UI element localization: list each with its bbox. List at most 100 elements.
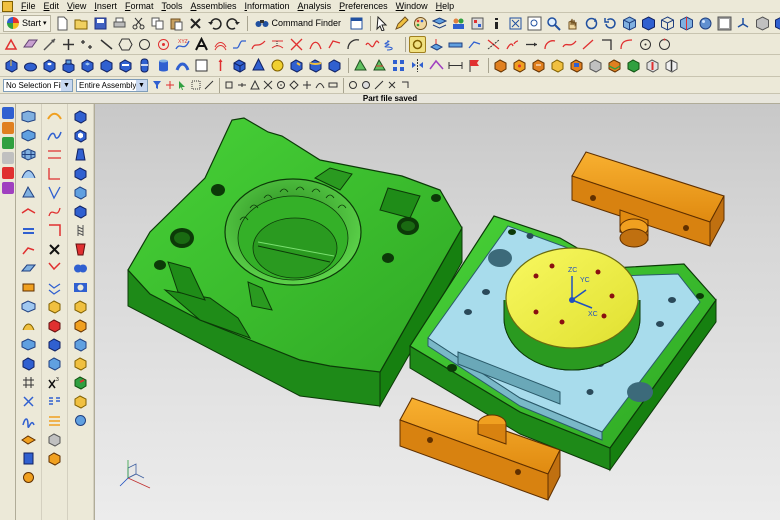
bridge-curve-button[interactable] bbox=[231, 36, 248, 53]
snap-control-button[interactable] bbox=[249, 80, 260, 91]
menu-help[interactable]: Help bbox=[432, 0, 459, 12]
slot-button[interactable] bbox=[117, 57, 134, 74]
reorder-feature-button[interactable] bbox=[46, 317, 64, 333]
mesh-surface-button[interactable] bbox=[20, 146, 38, 162]
circle-center-button[interactable] bbox=[637, 36, 654, 53]
offset-body-button[interactable] bbox=[72, 165, 90, 181]
lengthen-button[interactable] bbox=[523, 36, 540, 53]
assembly-navigator-tab[interactable] bbox=[2, 107, 14, 119]
save-button[interactable] bbox=[92, 15, 109, 32]
menu-assemblies[interactable]: Assemblies bbox=[186, 0, 240, 12]
x-surface-button[interactable] bbox=[20, 393, 38, 409]
delete-button[interactable] bbox=[187, 15, 204, 32]
promote-body-button[interactable] bbox=[72, 317, 90, 333]
draft-button[interactable] bbox=[72, 146, 90, 162]
reuse-library-tab[interactable] bbox=[2, 167, 14, 179]
snap-intersection-button[interactable] bbox=[262, 80, 273, 91]
extension-button[interactable] bbox=[20, 203, 38, 219]
print-button[interactable] bbox=[111, 15, 128, 32]
menu-edit[interactable]: Edit bbox=[40, 0, 64, 12]
new-file-button[interactable] bbox=[54, 15, 71, 32]
sphere-button[interactable] bbox=[269, 57, 286, 74]
mirror-button[interactable] bbox=[409, 57, 426, 74]
roles-tab[interactable] bbox=[2, 182, 14, 194]
window-button[interactable] bbox=[348, 15, 365, 32]
selection-scope-dropdown[interactable]: Entire Assembly ▼ bbox=[76, 78, 148, 92]
type-filter-dropdown[interactable]: No Selection Filter ▼ bbox=[3, 78, 73, 92]
patch-button[interactable] bbox=[20, 279, 38, 295]
ruled-surface-button[interactable] bbox=[20, 127, 38, 143]
menu-file[interactable]: File bbox=[17, 0, 40, 12]
menu-view[interactable]: View bbox=[63, 0, 90, 12]
surface-trim-button[interactable] bbox=[46, 146, 64, 162]
intersect-button[interactable] bbox=[72, 298, 90, 314]
snap-quadrant-button[interactable] bbox=[288, 80, 299, 91]
offset-curve-button[interactable] bbox=[212, 36, 229, 53]
datum-plane-button[interactable] bbox=[22, 36, 39, 53]
point-button[interactable] bbox=[60, 36, 77, 53]
blend-stack-button[interactable] bbox=[46, 412, 64, 428]
rotate-button[interactable] bbox=[583, 15, 600, 32]
linked-body-button[interactable] bbox=[72, 412, 90, 428]
snap-endpoint-button[interactable] bbox=[223, 80, 234, 91]
suppress-feature-button[interactable] bbox=[46, 336, 64, 352]
unite-button[interactable] bbox=[72, 260, 90, 276]
edit-position-button[interactable] bbox=[46, 279, 64, 295]
swept-surface-button[interactable] bbox=[20, 165, 38, 181]
snap-face-center-button[interactable] bbox=[347, 80, 358, 91]
chamfer-button[interactable] bbox=[288, 57, 305, 74]
snap-tangent-button[interactable] bbox=[373, 80, 384, 91]
extract-curve-button[interactable] bbox=[326, 36, 343, 53]
isoparametric-button[interactable] bbox=[46, 127, 64, 143]
corner-button[interactable] bbox=[599, 36, 616, 53]
xyz-curve-button[interactable]: XYZ bbox=[174, 36, 191, 53]
edit-length-button[interactable] bbox=[580, 36, 597, 53]
pocket-button[interactable] bbox=[79, 57, 96, 74]
tube-button[interactable] bbox=[174, 57, 191, 74]
pad-button[interactable] bbox=[98, 57, 115, 74]
quilt-button[interactable] bbox=[20, 298, 38, 314]
polygon-button[interactable] bbox=[117, 36, 134, 53]
datum-axis-button[interactable] bbox=[41, 36, 58, 53]
cavity-layout-button[interactable] bbox=[568, 57, 585, 74]
law-extension-button[interactable] bbox=[20, 241, 38, 257]
display-button[interactable] bbox=[412, 15, 429, 32]
wrap-geometry-button[interactable] bbox=[72, 203, 90, 219]
face-blend-button[interactable] bbox=[326, 57, 343, 74]
spline-button[interactable] bbox=[364, 36, 381, 53]
filter-settings-button[interactable] bbox=[151, 80, 162, 91]
cone-button[interactable] bbox=[250, 57, 267, 74]
history-tab[interactable] bbox=[2, 152, 14, 164]
degree-button[interactable] bbox=[46, 165, 64, 181]
edit-arc-button[interactable] bbox=[542, 36, 559, 53]
snap-arc-center-button[interactable] bbox=[275, 80, 286, 91]
select-all-button[interactable] bbox=[177, 80, 188, 91]
stiffness-button[interactable] bbox=[46, 184, 64, 200]
join-curve-button[interactable] bbox=[250, 36, 267, 53]
subtract-button[interactable] bbox=[72, 279, 90, 295]
offset-face-button[interactable] bbox=[428, 36, 445, 53]
edge-blend-button[interactable] bbox=[307, 57, 324, 74]
sheet-button[interactable] bbox=[193, 57, 210, 74]
snap-existing-button[interactable] bbox=[301, 80, 312, 91]
parting-button[interactable] bbox=[606, 57, 623, 74]
split-face-button[interactable] bbox=[72, 241, 90, 257]
background-button[interactable] bbox=[716, 15, 733, 32]
split-body-button[interactable] bbox=[371, 57, 388, 74]
circle-button[interactable] bbox=[136, 36, 153, 53]
block-button[interactable] bbox=[231, 57, 248, 74]
global-shaping-button[interactable] bbox=[20, 336, 38, 352]
solid-density-button[interactable] bbox=[72, 355, 90, 371]
extrude-button[interactable] bbox=[3, 57, 20, 74]
sketch-button[interactable] bbox=[3, 36, 20, 53]
extract-geometry-button[interactable] bbox=[72, 336, 90, 352]
project-curve-button[interactable] bbox=[269, 36, 286, 53]
shell-button[interactable] bbox=[72, 127, 90, 143]
mold-base-button[interactable] bbox=[625, 57, 642, 74]
power-x-button[interactable]: 3 bbox=[46, 374, 64, 390]
smooth-spline-button[interactable] bbox=[618, 36, 635, 53]
reference-sets-button[interactable] bbox=[469, 15, 486, 32]
measure-distance-button[interactable] bbox=[447, 57, 464, 74]
text-button[interactable] bbox=[193, 36, 210, 53]
snap-on-surface-button[interactable] bbox=[327, 80, 338, 91]
